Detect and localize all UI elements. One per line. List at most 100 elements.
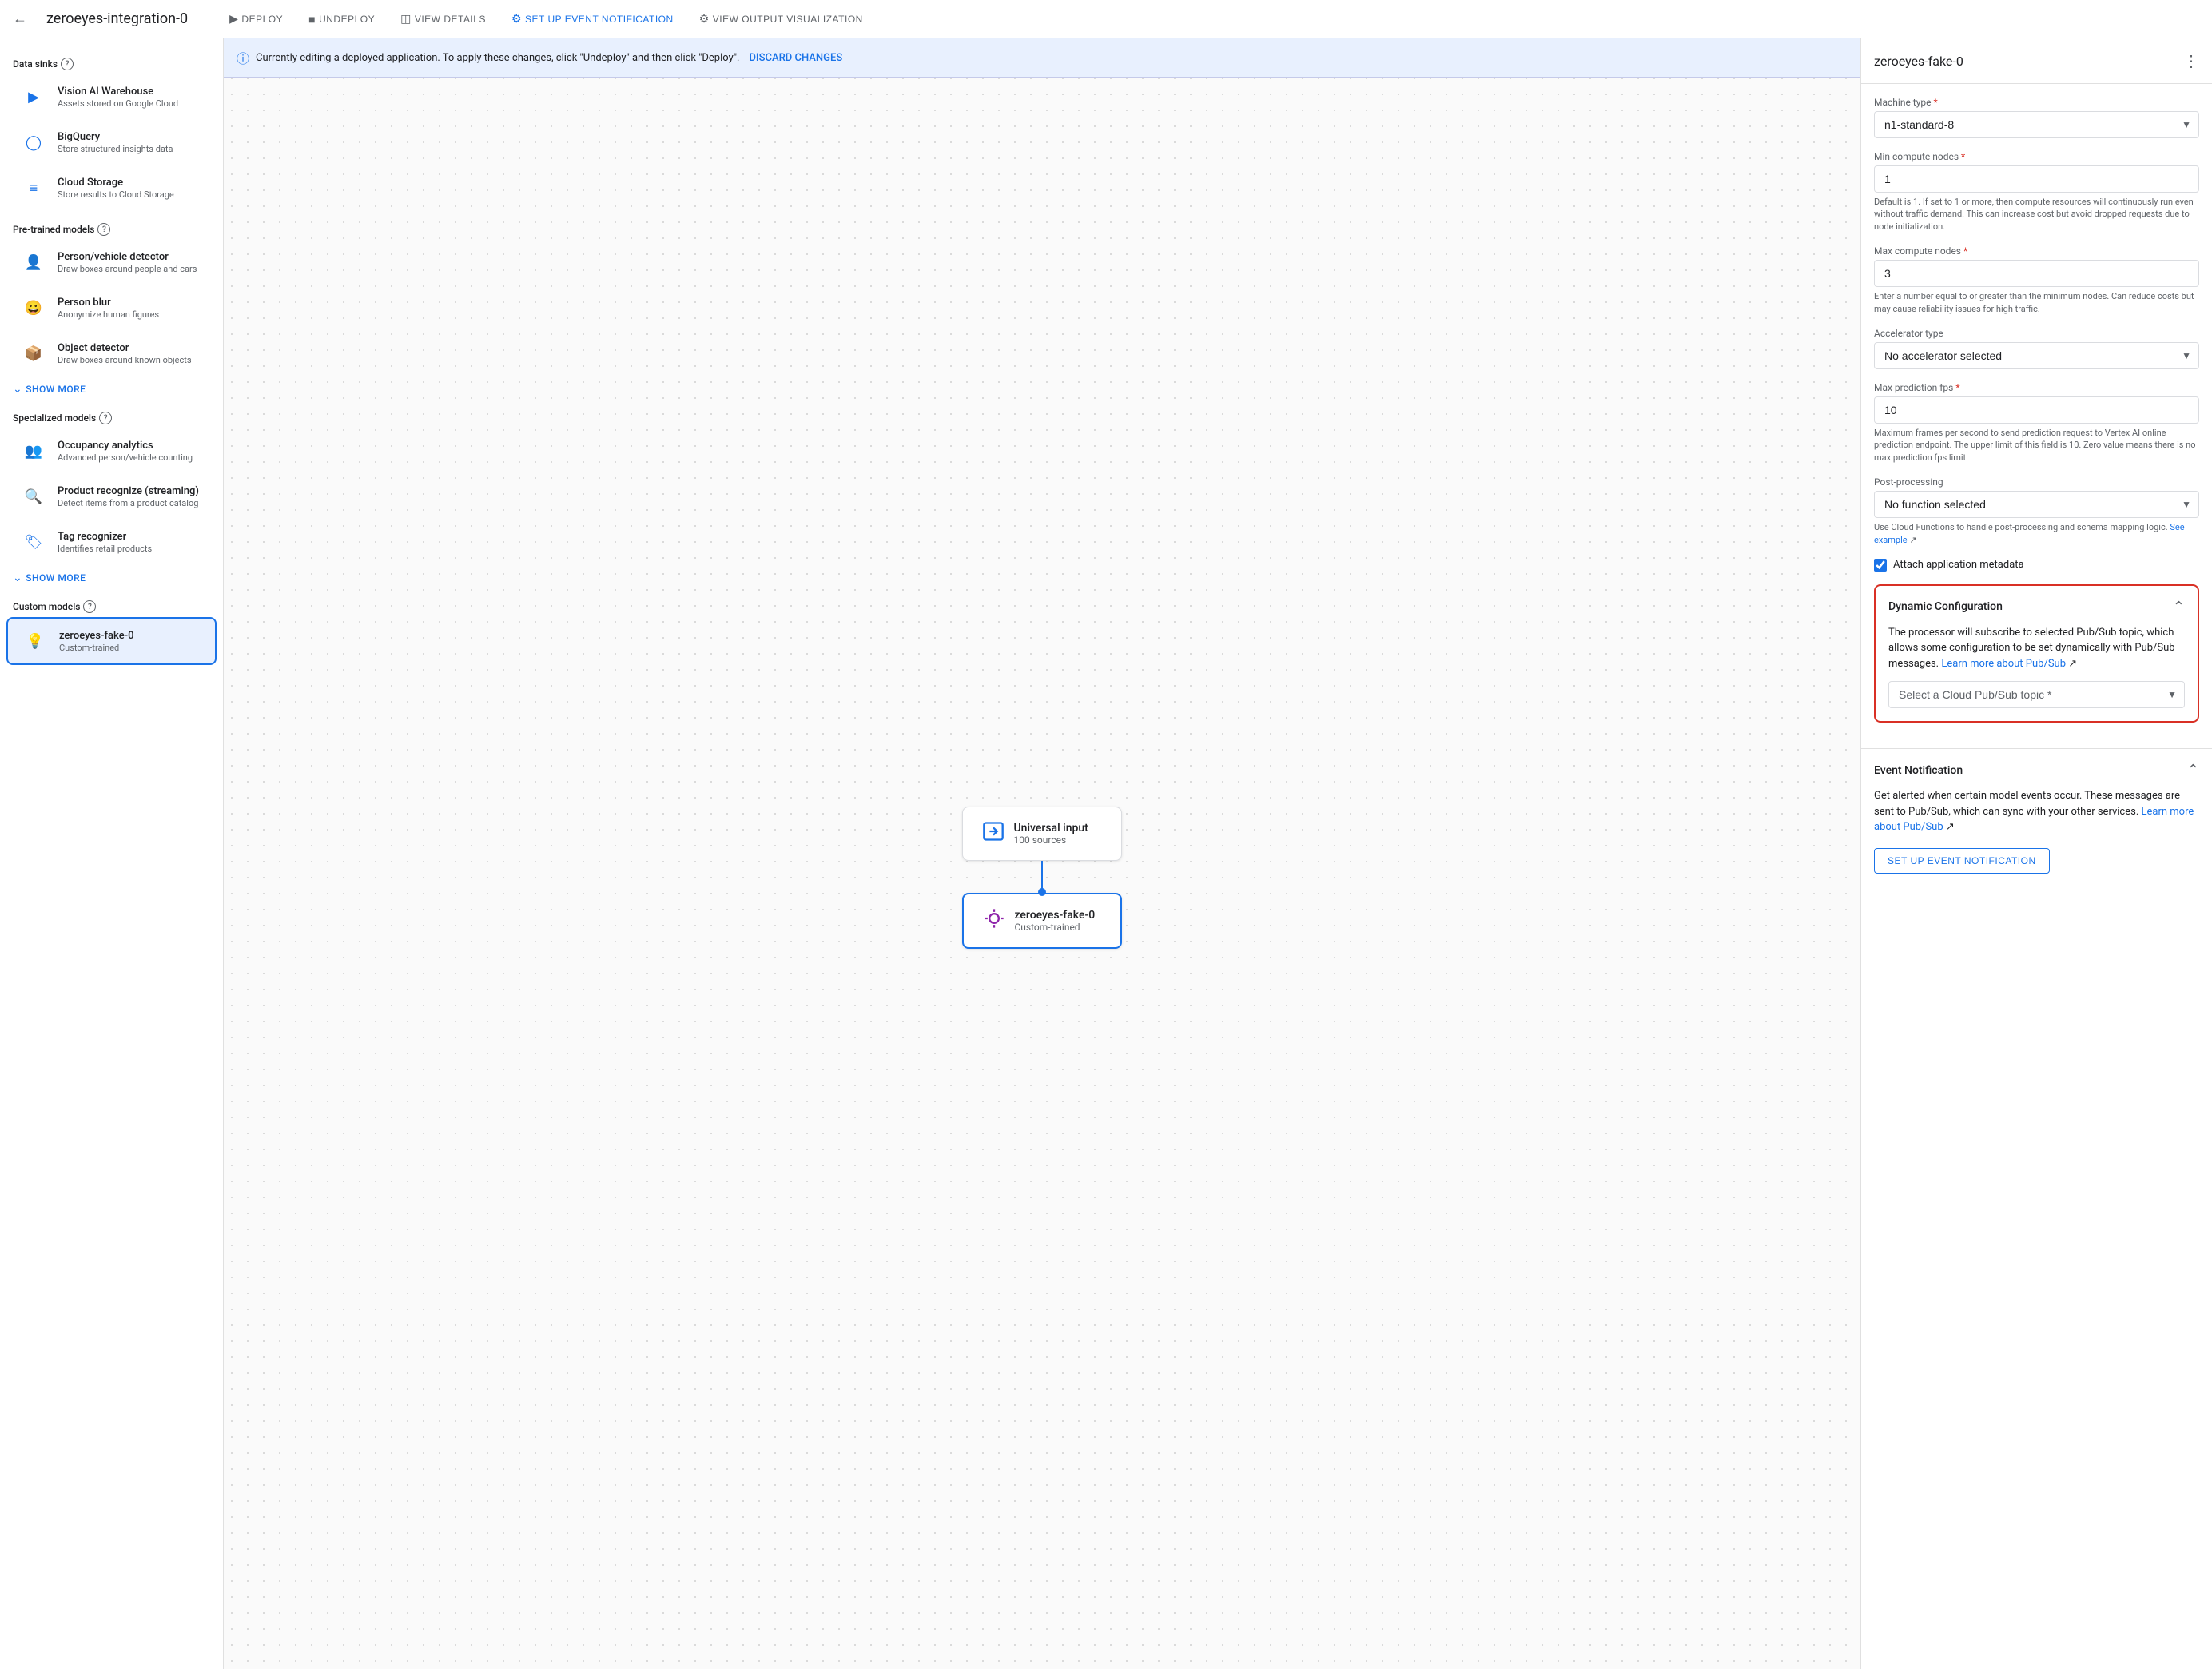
max-compute-hint: Enter a number equal to or greater than … [1874,290,2199,315]
sidebar-item-product-recognize[interactable]: 🔍 Product recognize (streaming) Detect i… [6,474,217,519]
min-compute-input[interactable] [1874,165,2199,193]
person-blur-icon: 😀 [19,293,48,322]
machine-type-field: Machine type * n1-standard-8 ▼ [1874,97,2199,138]
zeroeyes-node[interactable]: zeroeyes-fake-0 Custom-trained [962,893,1122,949]
view-details-button[interactable]: ◫ VIEW DETAILS [391,7,495,30]
person-vehicle-icon: 👤 [19,248,48,277]
accelerator-select[interactable]: No accelerator selected [1874,342,2199,369]
bigquery-icon: ◯ [19,128,48,157]
undeploy-icon: ■ [308,13,316,26]
object-detector-icon: 📦 [19,339,48,368]
main-layout: Data sinks ? ▶ Vision AI Warehouse Asset… [0,38,2212,1669]
max-fps-label: Max prediction fps * [1874,382,2199,393]
more-options-button[interactable]: ⋮ [2183,51,2199,70]
max-compute-input[interactable] [1874,260,2199,287]
max-fps-field: Max prediction fps * Maximum frames per … [1874,382,2199,464]
custom-help-icon[interactable]: ? [83,600,96,613]
deploy-icon: ▶ [229,12,238,26]
pubsub-select[interactable]: Select a Cloud Pub/Sub topic * [1888,681,2185,708]
right-panel-content: Machine type * n1-standard-8 ▼ Min compu… [1861,84,2212,748]
accelerator-label: Accelerator type [1874,328,2199,339]
post-processing-wrapper: No function selected ▼ [1874,491,2199,518]
sidebar-item-object-detector[interactable]: 📦 Object detector Draw boxes around know… [6,331,217,376]
min-compute-field: Min compute nodes * Default is 1. If set… [1874,151,2199,233]
event-collapse-button[interactable]: ⌃ [2187,762,2199,779]
cloud-storage-icon: ≡ [19,173,48,202]
right-panel-title: zeroeyes-fake-0 [1874,54,1963,69]
pre-trained-section: Pre-trained models ? [0,217,223,239]
event-notification-section: Event Notification ⌃ Get alerted when ce… [1861,748,2212,886]
specialized-help-icon[interactable]: ? [99,412,112,424]
min-compute-hint: Default is 1. If set to 1 or more, then … [1874,196,2199,233]
specialized-section: Specialized models ? [0,405,223,428]
nav-actions: ▶ DEPLOY ■ UNDEPLOY ◫ VIEW DETAILS ⚙ SET… [220,7,873,30]
event-section-title: Event Notification [1874,764,1963,777]
discard-changes-link[interactable]: DISCARD CHANGES [749,52,842,64]
sidebar-item-vision-ai[interactable]: ▶ Vision AI Warehouse Assets stored on G… [6,74,217,119]
machine-type-label: Machine type * [1874,97,2199,108]
setup-event-notification-button-top[interactable]: ⚙ SET UP EVENT NOTIFICATION [502,7,683,30]
vision-ai-icon: ▶ [19,82,48,111]
sidebar-item-bigquery[interactable]: ◯ BigQuery Store structured insights dat… [6,120,217,165]
attach-metadata-checkbox[interactable] [1874,559,1887,572]
data-sinks-help-icon[interactable]: ? [61,58,74,70]
undeploy-button[interactable]: ■ UNDEPLOY [299,8,384,30]
sidebar-item-person-blur[interactable]: 😀 Person blur Anonymize human figures [6,285,217,330]
pubsub-wrapper: Select a Cloud Pub/Sub topic * ▼ [1888,681,2185,708]
deploy-button[interactable]: ▶ DEPLOY [220,7,292,30]
universal-input-icon [982,820,1005,847]
max-compute-label: Max compute nodes * [1874,245,2199,257]
canvas-banner: ⓘ Currently editing a deployed applicati… [224,38,1860,78]
accelerator-wrapper: No accelerator selected ▼ [1874,342,2199,369]
right-panel-header: zeroeyes-fake-0 ⋮ [1861,38,2212,84]
occupancy-icon: 👥 [19,436,48,465]
machine-type-select[interactable]: n1-standard-8 [1874,111,2199,138]
product-recognize-icon: 🔍 [19,482,48,511]
max-compute-field: Max compute nodes * Enter a number equal… [1874,245,2199,315]
view-details-icon: ◫ [400,12,412,26]
app-title: zeroeyes-integration-0 [46,10,188,27]
top-navigation: ← zeroeyes-integration-0 ▶ DEPLOY ■ UNDE… [0,0,2212,38]
canvas-content: Universal input 100 sources zeroeyes-fak… [224,86,1860,1669]
post-processing-hint: Use Cloud Functions to handle post-proce… [1874,521,2199,546]
post-processing-select[interactable]: No function selected [1874,491,2199,518]
sidebar-item-occupancy[interactable]: 👥 Occupancy analytics Advanced person/ve… [6,428,217,473]
pre-trained-help-icon[interactable]: ? [97,223,110,236]
universal-input-node[interactable]: Universal input 100 sources [962,807,1122,861]
zeroeyes-icon: 💡 [21,627,50,655]
banner-info-icon: ⓘ [237,48,249,67]
show-more-pretrained[interactable]: ⌄ SHOW MORE [0,376,223,402]
show-more-specialized[interactable]: ⌄ SHOW MORE [0,565,223,591]
sidebar-item-person-vehicle[interactable]: 👤 Person/vehicle detector Draw boxes aro… [6,240,217,285]
back-button[interactable]: ← [13,10,27,27]
post-processing-field: Post-processing No function selected ▼ U… [1874,476,2199,546]
right-panel: zeroeyes-fake-0 ⋮ Machine type * n1-stan… [1860,38,2212,1669]
accelerator-field: Accelerator type No accelerator selected… [1874,328,2199,369]
data-sinks-section: Data sinks ? [0,51,223,74]
node-connector [1041,861,1043,893]
view-output-button[interactable]: ⚙ VIEW OUTPUT VISUALIZATION [690,7,873,30]
attach-metadata-label[interactable]: Attach application metadata [1893,559,2024,571]
dynamic-configuration-section: Dynamic Configuration ⌃ The processor wi… [1874,584,2199,723]
max-fps-input[interactable] [1874,396,2199,424]
setup-event-notification-button[interactable]: SET UP EVENT NOTIFICATION [1874,848,2050,874]
canvas-area: ⓘ Currently editing a deployed applicati… [224,38,1860,1669]
learn-pubsub-link[interactable]: Learn more about Pub/Sub [1941,658,2066,670]
sidebar-item-tag-recognizer[interactable]: 🏷 Tag recognizer Identifies retail produ… [6,520,217,564]
event-section-header: Event Notification ⌃ [1874,762,2199,779]
custom-models-section: Custom models ? [0,594,223,616]
dynamic-config-collapse[interactable]: ⌃ [2173,599,2185,615]
zeroeyes-node-icon [983,907,1005,934]
dynamic-config-header: Dynamic Configuration ⌃ [1888,599,2185,615]
tag-recognizer-icon: 🏷 [19,528,48,556]
dynamic-config-title: Dynamic Configuration [1888,600,2003,613]
min-compute-label: Min compute nodes * [1874,151,2199,162]
output-icon: ⚙ [699,12,710,26]
machine-type-wrapper: n1-standard-8 ▼ [1874,111,2199,138]
sidebar: Data sinks ? ▶ Vision AI Warehouse Asset… [0,38,224,1669]
post-processing-label: Post-processing [1874,476,2199,488]
attach-metadata-row: Attach application metadata [1874,559,2199,572]
sidebar-item-cloud-storage[interactable]: ≡ Cloud Storage Store results to Cloud S… [6,165,217,210]
max-fps-hint: Maximum frames per second to send predic… [1874,427,2199,464]
sidebar-item-zeroeyes[interactable]: 💡 zeroeyes-fake-0 Custom-trained [6,617,217,665]
